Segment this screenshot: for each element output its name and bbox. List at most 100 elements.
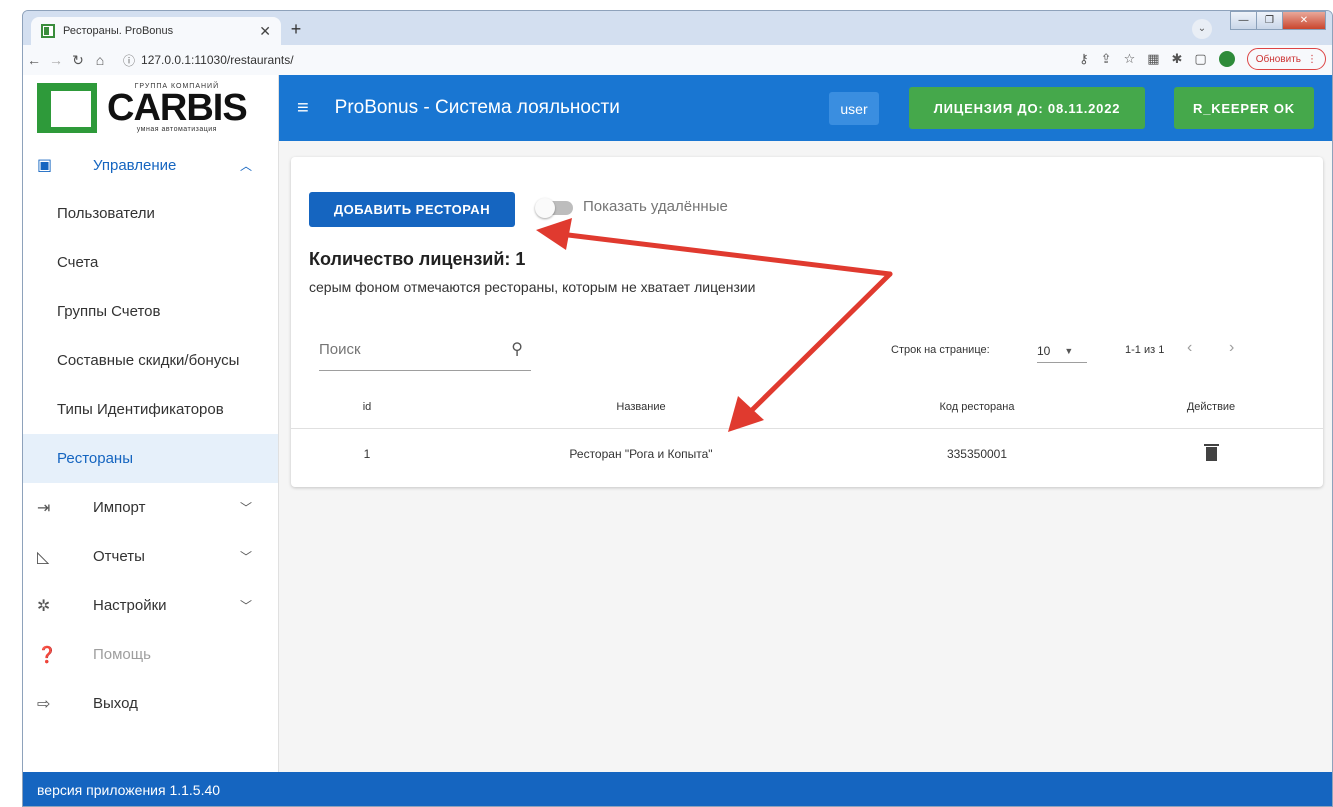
url-text: 127.0.0.1:11030/restaurants/: [141, 53, 294, 67]
prev-page-icon[interactable]: ‹: [1187, 339, 1192, 357]
clipboard-icon: ▣: [37, 157, 53, 174]
sidebar: ГРУППА КОМПАНИЙ CARBIS умная автоматизац…: [23, 75, 279, 772]
logo-text: ГРУППА КОМПАНИЙ CARBIS умная автоматизац…: [107, 83, 248, 133]
rkeeper-status-button[interactable]: R_KEEPER OK: [1174, 87, 1314, 129]
app-footer: версия приложения 1.1.5.40: [23, 772, 1332, 806]
chevron-down-icon: ﹀: [239, 599, 252, 613]
table-header: id Название Код ресторана Действие: [291, 383, 1323, 429]
back-icon[interactable]: ←: [23, 52, 45, 68]
show-deleted-toggle[interactable]: [535, 198, 573, 218]
carbis-logo: ГРУППА КОМПАНИЙ CARBIS умная автоматизац…: [23, 75, 278, 141]
tab-title: Рестораны. ProBonus: [63, 25, 174, 37]
minimize-button[interactable]: —: [1230, 11, 1257, 30]
cell-code: 335350001: [946, 447, 1008, 461]
new-tab-button[interactable]: +: [285, 18, 307, 40]
column-header-name[interactable]: Название: [541, 401, 741, 413]
help-icon: ❓: [37, 646, 57, 664]
rows-per-page-select[interactable]: 10 ▼: [1037, 339, 1087, 363]
sidepanel-icon[interactable]: ▢: [1194, 51, 1206, 67]
logo-bottom-text: умная автоматизация: [136, 126, 217, 133]
cell-action: [1171, 444, 1251, 464]
sidebar-item-accounts[interactable]: Счета: [23, 238, 278, 287]
hamburger-menu-icon[interactable]: ≡: [297, 97, 309, 120]
search-icon[interactable]: ⚲: [511, 339, 523, 359]
table-row[interactable]: 1 Ресторан "Рога и Копыта" 335350001: [291, 429, 1323, 477]
site-info-icon[interactable]: ⓘ: [123, 52, 135, 69]
sidebar-item-label: Импорт: [93, 499, 146, 516]
sidebar-item-import[interactable]: ⇥ Импорт ﹀: [23, 483, 278, 532]
cell-name: Ресторан "Рога и Копыта": [569, 447, 713, 461]
sidebar-item-label: Выход: [93, 695, 138, 712]
tab-close-icon[interactable]: ✕: [259, 23, 271, 40]
app-header: ≡ ProBonus - Система лояльности user ЛИЦ…: [279, 75, 1332, 141]
sidebar-item-logout[interactable]: ⇨ Выход: [23, 679, 278, 728]
caret-down-icon: ▼: [1064, 345, 1074, 356]
search-input[interactable]: [319, 341, 499, 358]
sidebar-item-reports[interactable]: ◺ Отчеты ﹀: [23, 532, 278, 581]
show-deleted-label: Показать удалённые: [583, 198, 728, 215]
sidebar-item-identifier-types[interactable]: Типы Идентификаторов: [23, 385, 278, 434]
license-button[interactable]: ЛИЦЕНЗИЯ ДО: 08.11.2022: [909, 87, 1145, 129]
sidebar-item-label: Помощь: [93, 646, 151, 663]
add-restaurant-button[interactable]: ДОБАВИТЬ РЕСТОРАН: [309, 192, 515, 227]
sidebar-item-help[interactable]: ❓ Помощь: [23, 630, 278, 679]
close-window-button[interactable]: ✕: [1282, 11, 1326, 30]
profile-avatar[interactable]: [1218, 51, 1235, 67]
delete-icon[interactable]: [1203, 444, 1219, 461]
license-note: серым фоном отмечаются рестораны, которы…: [309, 279, 756, 295]
kebab-menu-icon: ⋮: [1307, 53, 1317, 65]
column-header-action: Действие: [1186, 401, 1236, 413]
update-button[interactable]: Обновить ⋮: [1246, 48, 1326, 70]
share-icon[interactable]: ⇪: [1101, 51, 1112, 67]
sidebar-item-restaurants[interactable]: Рестораны: [23, 434, 278, 483]
cell-id: 1: [363, 447, 371, 461]
pagination-info: 1-1 из 1: [1125, 344, 1165, 356]
window-controls: — ❐ ✕: [1230, 11, 1326, 30]
address-bar: ← → ↻ ⌂ ⓘ 127.0.0.1:11030/restaurants/ ⚷…: [23, 45, 1332, 75]
browser-tab[interactable]: Рестораны. ProBonus ✕: [31, 17, 281, 45]
next-page-icon[interactable]: ›: [1229, 339, 1234, 357]
gear-icon: ✲: [37, 597, 51, 615]
sidebar-item-settings[interactable]: ✲ Настройки ﹀: [23, 581, 278, 630]
url-field[interactable]: ⓘ 127.0.0.1:11030/restaurants/: [123, 48, 1023, 72]
import-icon: ⇥: [37, 499, 51, 517]
sidebar-group-management[interactable]: ▣ Управление ︿: [23, 141, 278, 189]
logo-main-text: CARBIS: [107, 87, 248, 129]
chevron-down-icon: ﹀: [239, 550, 252, 564]
license-count: Количество лицензий: 1: [309, 249, 526, 269]
sidebar-item-label: Отчеты: [93, 548, 145, 565]
extension-icon[interactable]: ▦: [1147, 51, 1159, 67]
sidebar-item-label: Настройки: [93, 597, 167, 614]
app-version: версия приложения 1.1.5.40: [37, 782, 221, 798]
app: ГРУППА КОМПАНИЙ CARBIS умная автоматизац…: [23, 75, 1332, 806]
sidebar-group-label: Управление: [93, 156, 177, 174]
favicon-icon: [41, 24, 55, 38]
sidebar-item-composite-discounts[interactable]: Составные скидки/бонусы: [23, 336, 278, 385]
star-icon[interactable]: ☆: [1124, 51, 1136, 67]
browser-window: Рестораны. ProBonus ✕ + ⌄ — ❐ ✕ ← → ↻ ⌂ …: [22, 10, 1333, 807]
forward-icon[interactable]: →: [45, 52, 67, 68]
user-button[interactable]: user: [829, 92, 879, 125]
main-content: ДОБАВИТЬ РЕСТОРАН Показать удалённые Кол…: [279, 141, 1332, 772]
logout-icon: ⇨: [37, 695, 51, 713]
chart-icon: ◺: [37, 548, 50, 566]
search-box: ⚲: [319, 329, 531, 371]
rows-per-page-value: 10: [1037, 343, 1051, 358]
maximize-button[interactable]: ❐: [1256, 11, 1283, 30]
chevron-down-icon: ﹀: [239, 501, 252, 515]
column-header-id[interactable]: id: [347, 401, 387, 413]
rows-per-page-label: Строк на странице:: [891, 344, 990, 356]
tab-strip: Рестораны. ProBonus ✕ + ⌄ — ❐ ✕: [23, 11, 1332, 45]
restaurants-card: ДОБАВИТЬ РЕСТОРАН Показать удалённые Кол…: [291, 157, 1323, 487]
key-icon[interactable]: ⚷: [1079, 51, 1089, 67]
tab-search-icon[interactable]: ⌄: [1192, 19, 1212, 39]
update-label: Обновить: [1255, 53, 1301, 65]
sidebar-item-account-groups[interactable]: Группы Счетов: [23, 287, 278, 336]
browser-toolbar: ⚷ ⇪ ☆ ▦ ✱ ▢ Обновить ⋮: [1079, 48, 1326, 70]
home-icon[interactable]: ⌂: [89, 52, 111, 68]
sidebar-item-users[interactable]: Пользователи: [23, 189, 278, 238]
chevron-up-icon: ︿: [239, 158, 252, 173]
puzzle-icon[interactable]: ✱: [1172, 51, 1183, 67]
column-header-code[interactable]: Код ресторана: [917, 401, 1037, 413]
reload-icon[interactable]: ↻: [67, 52, 89, 69]
